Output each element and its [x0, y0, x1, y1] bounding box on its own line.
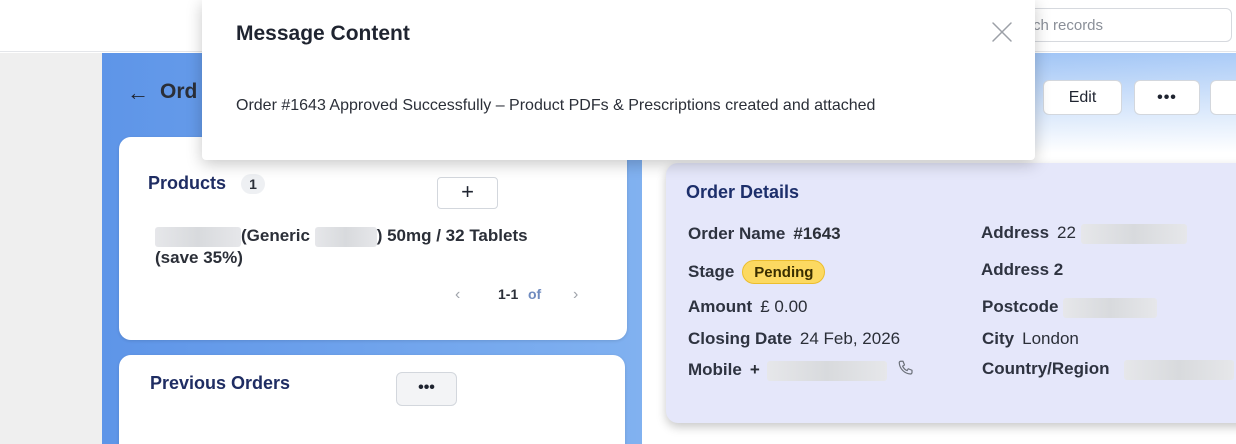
more-actions-button[interactable]: ••• [1134, 80, 1200, 115]
page-of-label[interactable]: of [528, 286, 541, 302]
product-generic-prefix: (Generic [241, 226, 310, 245]
address-field: Address 22 [981, 223, 1187, 244]
mobile-field: Mobile + [688, 359, 915, 382]
amount-field: Amount £ 0.00 [688, 297, 807, 317]
order-details-title: Order Details [686, 182, 800, 202]
city-label: City [982, 329, 1015, 348]
order-name-value: #1643 [793, 224, 841, 243]
closing-date-value: 24 Feb, 2026 [799, 329, 901, 348]
page-title: Ord [160, 80, 198, 103]
phone-icon[interactable] [897, 359, 915, 382]
postcode-field: Postcode [982, 297, 1158, 318]
order-name-field: Order Name #1643 [688, 224, 841, 244]
closing-date-label: Closing Date [688, 329, 792, 348]
order-details-card: Order Details Order Name #1643 Stage Pendi… [666, 163, 1236, 423]
country-label: Country/Region [982, 359, 1110, 378]
redacted-postcode [1063, 297, 1158, 318]
previous-page-icon[interactable]: ‹ [455, 286, 460, 304]
city-field: City London [982, 329, 1079, 349]
mobile-label: Mobile [688, 359, 742, 379]
message-content-modal: Message Content Order #1643 Approved Suc… [202, 0, 1035, 160]
order-name-label: Order Name [688, 224, 786, 243]
redacted-generic-name [314, 226, 377, 247]
redacted-product-name [155, 226, 241, 247]
amount-label: Amount [688, 297, 753, 316]
modal-title: Message Content [236, 22, 410, 45]
product-item[interactable]: (Generic ) 50mg / 32 Tablets (save 35%) [155, 225, 595, 268]
country-field: Country/Region [982, 359, 1235, 380]
page-range: 1-1 [498, 286, 519, 302]
previous-orders-card: Previous Orders ••• [119, 355, 625, 444]
closing-date-field: Closing Date 24 Feb, 2026 [688, 329, 900, 349]
add-product-button[interactable]: + [437, 177, 498, 209]
products-pager: ‹ 1-1 of › [455, 286, 595, 306]
product-dosage: ) 50mg / 32 Tablets [376, 226, 528, 245]
stage-field: Stage Pending [688, 260, 826, 284]
next-page-icon[interactable]: › [573, 286, 578, 304]
address-value: 22 [1057, 223, 1076, 242]
products-title: Products [148, 173, 227, 193]
address-label: Address [981, 223, 1050, 242]
back-arrow-icon[interactable]: ← [127, 80, 149, 106]
redacted-mobile-number [766, 360, 887, 381]
modal-message: Order #1643 Approved Successfully – Prod… [236, 97, 876, 114]
search-input[interactable]: ch records [1010, 8, 1232, 42]
left-gutter [0, 53, 102, 444]
previous-orders-more-button[interactable]: ••• [396, 372, 457, 406]
product-save-note: (save 35%) [155, 247, 243, 267]
amount-value: £ 0.00 [760, 297, 808, 316]
city-value: London [1022, 329, 1079, 348]
address2-label: Address 2 [981, 260, 1064, 279]
products-card: Products 1 + (Generic ) 50mg / 32 Tablet… [119, 137, 627, 340]
products-count-badge: 1 [241, 174, 265, 194]
header-extra-button[interactable] [1210, 80, 1236, 115]
close-icon[interactable] [991, 21, 1013, 43]
stage-status-badge[interactable]: Pending [742, 260, 826, 284]
redacted-address [1080, 223, 1187, 244]
stage-label: Stage [688, 262, 735, 281]
mobile-value: + [749, 359, 760, 379]
redacted-country [1124, 359, 1235, 380]
previous-orders-title: Previous Orders [150, 373, 291, 393]
postcode-label: Postcode [982, 297, 1059, 316]
edit-button[interactable]: Edit [1043, 80, 1122, 115]
address2-field: Address 2 [981, 260, 1063, 280]
